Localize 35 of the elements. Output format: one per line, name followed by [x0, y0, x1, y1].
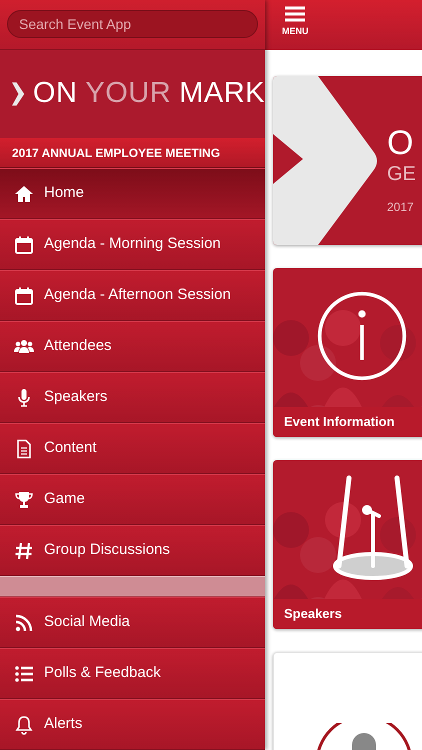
tile-label: Event Information [273, 407, 422, 437]
sidebar-item[interactable]: Home [0, 168, 265, 219]
sidebar-item[interactable]: Polls & Feedback [0, 648, 265, 699]
banner-year: 2017 [387, 199, 414, 216]
document-icon [14, 438, 34, 458]
sidebar-item[interactable]: Agenda - Afternoon Session [0, 270, 265, 321]
info-icon [316, 290, 408, 382]
sidebar-item[interactable]: Group Discussions [0, 525, 265, 576]
sidebar-item[interactable]: Attendees [0, 321, 265, 372]
logo-word: YOUR [85, 76, 172, 112]
list-icon [14, 664, 34, 684]
menu-icon [285, 6, 306, 22]
event-subtitle: 2017 ANNUAL EMPLOYEE MEETING [0, 138, 265, 168]
search-field[interactable]: Search Event App [7, 10, 258, 38]
tile-card[interactable]: Event Information [273, 268, 422, 437]
logo-word: ON [32, 76, 78, 112]
home-icon [14, 184, 34, 204]
tile-label: Speakers [273, 599, 422, 629]
sidebar-item[interactable]: Content [0, 423, 265, 474]
rss-icon [14, 612, 34, 632]
menu-button[interactable]: MENU [282, 6, 308, 38]
tile-card[interactable]: Speakers [273, 460, 422, 629]
sidebar-item[interactable]: Speakers [0, 372, 265, 423]
hash-icon [14, 540, 34, 560]
calendar-icon [14, 234, 34, 254]
banner-title: O [387, 126, 414, 160]
sidebar-item[interactable]: Social Media [0, 597, 265, 648]
sidebar-item[interactable]: Agenda - Morning Session [0, 219, 265, 270]
calendar-icon [14, 286, 34, 306]
logo-word: MARK [179, 76, 265, 112]
sidebar-item[interactable]: Alerts [0, 699, 265, 750]
bell-icon [14, 714, 34, 734]
sidebar-item[interactable]: Game [0, 474, 265, 525]
trophy-icon [14, 490, 34, 510]
banner-subtitle: GE [387, 164, 416, 184]
